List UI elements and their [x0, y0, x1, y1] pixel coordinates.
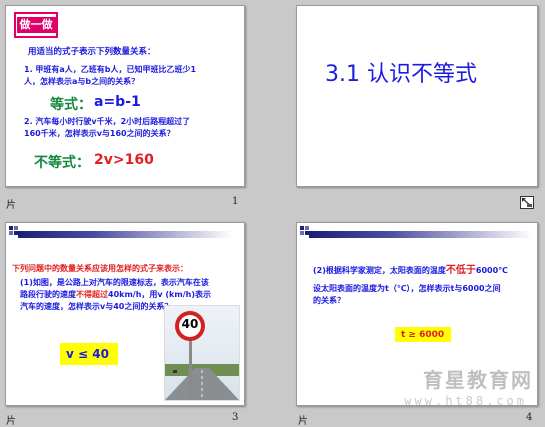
problem-keyword: 不低于 [445, 265, 476, 276]
answer-box: t ≥ 6000 [395, 327, 451, 342]
try-it-tag-label: 做一做 [16, 17, 56, 33]
slide-thumbnail-1[interactable]: 做一做 用适当的式子表示下列数量关系： 1. 甲班有a人，乙班有b人，已知甲班比… [5, 5, 245, 187]
slide-thumbnail-2[interactable]: 3.1 认识不等式 [296, 5, 538, 187]
problem-line-1: (2)根据科学家测定，太阳表面的温度不低于6000℃ [313, 265, 508, 277]
answer-text: t ≥ 6000 [401, 329, 445, 340]
answer-text: v ≤ 40 [66, 347, 109, 361]
slide-1-number: 1 [232, 196, 239, 207]
speed-limit-sign-text: 40 [181, 317, 199, 331]
answer-box: v ≤ 40 [60, 343, 118, 365]
slide-3-number: 3 [232, 412, 239, 423]
slide-4-caption: 片 [298, 416, 308, 427]
header-gradient-bar [18, 231, 233, 238]
intro-text: 用适当的式子表示下列数量关系： [28, 47, 156, 57]
speed-limit-photo: 40 [164, 305, 240, 401]
problem-line-2-start: 路段行驶的速度 [20, 290, 76, 299]
slide-3-caption: 片 [6, 416, 16, 427]
question-2-line-1: 2. 汽车每小时行驶v千米，2小时后路程超过了 [24, 117, 191, 126]
site-watermark: 育星教育网 [423, 368, 533, 392]
problem-line-1: (1)如图，是公路上对汽车的限速标志，表示汽车在该 [20, 278, 209, 287]
problem-line-3: 的关系？ [313, 296, 345, 305]
slide-thumbnail-3[interactable]: 下列问题中的数量关系应该用怎样的式子来表示： (1)如图，是公路上对汽车的限速标… [5, 222, 245, 406]
question-1-line-2: 人，怎样表示a与b之间的关系？ [24, 77, 140, 86]
try-it-tag: 做一做 [14, 12, 58, 38]
slide-4-number: 4 [526, 412, 533, 423]
problem-line-1-end: 6000℃ [475, 266, 508, 275]
problem-line-2-end: 40km/h，用v (km/h)表示 [108, 290, 211, 299]
problem-line-3: 汽车的速度，怎样表示v与40之间的关系？ [20, 302, 173, 311]
equation-label: 等式： [50, 97, 92, 113]
header-gradient-bar [309, 231, 533, 238]
inequality-label: 不等式： [34, 155, 90, 171]
problem-line-1-start: (2)根据科学家测定，太阳表面的温度 [313, 266, 446, 275]
equation-value: a=b-1 [94, 94, 141, 110]
problem-keyword: 不得超过 [76, 290, 108, 299]
slide-transition-icon[interactable] [520, 196, 534, 209]
inequality-value: 2v>160 [94, 152, 154, 168]
slide-title: 3.1 认识不等式 [325, 62, 477, 87]
slide-heading: 下列问题中的数量关系应该用怎样的式子来表示： [12, 264, 188, 273]
problem-line-2: 设太阳表面的温度为t（℃），怎样表示t与6000之间 [313, 284, 501, 293]
question-1-line-1: 1. 甲班有a人，乙班有b人，已知甲班比乙班少1 [24, 65, 197, 74]
problem-line-2: 路段行驶的速度不得超过40km/h，用v (km/h)表示 [20, 289, 211, 301]
slide-1-caption: 片 [6, 200, 16, 211]
site-watermark-url: www.ht88.com [404, 394, 527, 408]
question-2-line-2: 160千米，怎样表示v与160之间的关系？ [24, 129, 175, 138]
